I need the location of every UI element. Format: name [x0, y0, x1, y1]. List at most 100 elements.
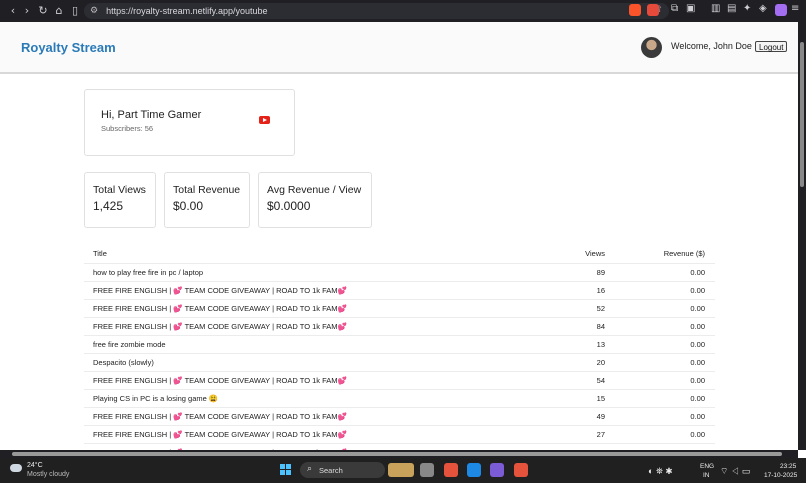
row-title: Despacito (slowly)	[93, 358, 154, 367]
leo-icon[interactable]: ✦	[743, 3, 751, 14]
table-row: Despacito (slowly) 20 0.00	[84, 354, 715, 372]
table-row: FREE FIRE ENGLISH | 💕 TEAM CODE GIVEAWAY…	[84, 408, 715, 426]
row-title: FREE FIRE ENGLISH | 💕 TEAM CODE GIVEAWAY…	[93, 286, 347, 295]
clock-date[interactable]: 17-10-2025	[764, 472, 797, 479]
stat-value: 1,425	[93, 199, 124, 213]
row-views: 27	[596, 430, 605, 439]
row-views: 52	[596, 304, 605, 313]
vscode-icon[interactable]	[467, 463, 481, 477]
youtube-icon	[259, 116, 270, 124]
row-title: FREE FIRE ENGLISH | 💕 TEAM CODE GIVEAWAY…	[93, 304, 347, 313]
site-settings-icon[interactable]: ⚙	[90, 6, 98, 16]
header-title: Title	[93, 249, 107, 258]
language-region[interactable]: IN	[703, 472, 710, 479]
language-indicator[interactable]: ENG	[700, 463, 714, 470]
header-views: Views	[585, 249, 605, 258]
tab-icon[interactable]: ▣	[686, 3, 695, 14]
table-row: FREE FIRE ENGLISH | 💕 TEAM CODE GIVEAWAY…	[84, 300, 715, 318]
extensions-icon[interactable]: ⧉	[671, 3, 678, 14]
row-revenue: 0.00	[690, 430, 705, 439]
brave-browser-icon[interactable]	[444, 463, 458, 477]
task-view-icon[interactable]	[420, 463, 434, 477]
page-content: Royalty Stream Welcome, John Doe Logout …	[0, 22, 798, 450]
vpn-icon[interactable]: ◈	[759, 3, 767, 14]
row-views: 84	[596, 322, 605, 331]
address-url[interactable]: https://royalty-stream.netlify.app/youtu…	[106, 6, 267, 16]
row-views: 16	[596, 286, 605, 295]
row-revenue: 0.00	[690, 268, 705, 277]
table-row: how to play free fire in pc / laptop 89 0.…	[84, 264, 715, 282]
row-revenue: 0.00	[690, 340, 705, 349]
reload-icon[interactable]: ↻	[35, 4, 51, 17]
wallet-icon[interactable]: ▤	[727, 3, 736, 14]
taskbar: 24°C Mostly cloudy ⌕ Search ◐ ⛯ ✱ ENG IN…	[0, 458, 806, 483]
table-header: Title Views Revenue ($)	[84, 245, 715, 264]
row-title: Playing CS in PC is a losing game 😩	[93, 394, 219, 403]
row-title: FREE FIRE ENGLISH | 💕 TEAM CODE GIVEAWAY…	[93, 322, 347, 331]
weather-icon[interactable]	[10, 464, 22, 472]
stat-card-total-revenue: Total Revenue $0.00	[164, 172, 250, 228]
address-bar[interactable]: ⚙ https://royalty-stream.netlify.app/you…	[84, 3, 669, 19]
avatar	[641, 37, 662, 58]
brand-logo[interactable]: Royalty Stream	[21, 40, 116, 55]
row-revenue: 0.00	[690, 412, 705, 421]
row-title: FREE FIRE ENGLISH | 💕 TEAM CODE GIVEAWAY…	[93, 376, 347, 385]
weather-description[interactable]: Mostly cloudy	[27, 471, 69, 478]
bookmark-icon[interactable]: ▯	[67, 4, 83, 17]
search-label: Search	[319, 466, 343, 475]
browser-toolbar: ‹ › ↻ ⌂ ▯ ⚙ https://royalty-stream.netli…	[0, 0, 806, 22]
row-views: 15	[596, 394, 605, 403]
table-row: FREE FIRE ENGLISH | 💕 TEAM CODE GIVEAWAY…	[84, 318, 715, 336]
header-revenue: Revenue ($)	[663, 249, 705, 258]
row-title: how to play free fire in pc / laptop	[93, 268, 204, 277]
row-revenue: 0.00	[690, 286, 705, 295]
stat-card-avg-revenue: Avg Revenue / View $0.0000	[258, 172, 372, 228]
channel-greeting: Hi, Part Time Gamer	[101, 109, 202, 121]
stat-card-total-views: Total Views 1,425	[84, 172, 156, 228]
row-revenue: 0.00	[690, 322, 705, 331]
profile-icon[interactable]	[775, 4, 787, 16]
channel-card: Hi, Part Time Gamer Subscribers: 56	[84, 89, 295, 156]
table-row: FREE FIRE ENGLISH | 💕 TEAM CODE GIVEAWAY…	[84, 426, 715, 444]
widgets-icon[interactable]	[388, 463, 414, 477]
row-revenue: 0.00	[690, 358, 705, 367]
row-views: 20	[596, 358, 605, 367]
row-views: 89	[596, 268, 605, 277]
windows-start-icon[interactable]	[280, 464, 292, 476]
home-icon[interactable]: ⌂	[51, 4, 67, 17]
stat-label: Total Revenue	[173, 184, 241, 196]
sidebar-icon[interactable]: ▥	[711, 3, 720, 14]
brave-shield-icon[interactable]	[629, 4, 641, 16]
row-views: 54	[596, 376, 605, 385]
taskbar-search[interactable]: ⌕ Search	[300, 462, 385, 478]
row-title: FREE FIRE ENGLISH | 💕 TEAM CODE GIVEAWAY…	[93, 412, 347, 421]
stat-label: Total Views	[93, 184, 146, 196]
vertical-scroll-thumb[interactable]	[800, 42, 804, 187]
welcome-text: Welcome, John Doe	[671, 41, 752, 51]
row-views: 49	[596, 412, 605, 421]
wifi-volume-battery-icons[interactable]: ⌔ ◁ ▭	[720, 466, 750, 477]
row-revenue: 0.00	[690, 376, 705, 385]
clock-time[interactable]: 23:25	[780, 463, 796, 470]
row-title: free fire zombie mode	[93, 340, 166, 349]
horizontal-scroll-thumb[interactable]	[12, 452, 782, 456]
table-row: FREE FIRE ENGLISH | 💕 TEAM CODE GIVEAWAY…	[84, 372, 715, 390]
row-revenue: 0.00	[690, 304, 705, 313]
table-row: Playing CS in PC is a losing game 😩 15 0.0…	[84, 390, 715, 408]
logout-button[interactable]: Logout	[755, 41, 788, 52]
stat-label: Avg Revenue / View	[267, 184, 362, 196]
forward-icon[interactable]: ›	[19, 4, 35, 17]
stat-value: $0.00	[173, 199, 204, 213]
copilot-icon[interactable]	[490, 463, 504, 477]
row-title: FREE FIRE ENGLISH | 💕 TEAM CODE GIVEAWAY…	[93, 430, 347, 439]
weather-temperature[interactable]: 24°C	[27, 462, 43, 469]
brave-browser-active-icon[interactable]	[514, 463, 528, 477]
brave-rewards-icon[interactable]	[647, 4, 659, 16]
menu-icon[interactable]: ≡	[791, 3, 799, 14]
search-icon: ⌕	[307, 464, 313, 474]
videos-table: Title Views Revenue ($) how to play free…	[84, 245, 715, 450]
tray-icons[interactable]: ◐ ⛯ ✱	[648, 466, 672, 477]
stat-value: $0.0000	[267, 199, 311, 213]
site-header: Royalty Stream Welcome, John Doe Logout	[0, 22, 798, 74]
table-row: free fire zombie mode 13 0.00	[84, 336, 715, 354]
